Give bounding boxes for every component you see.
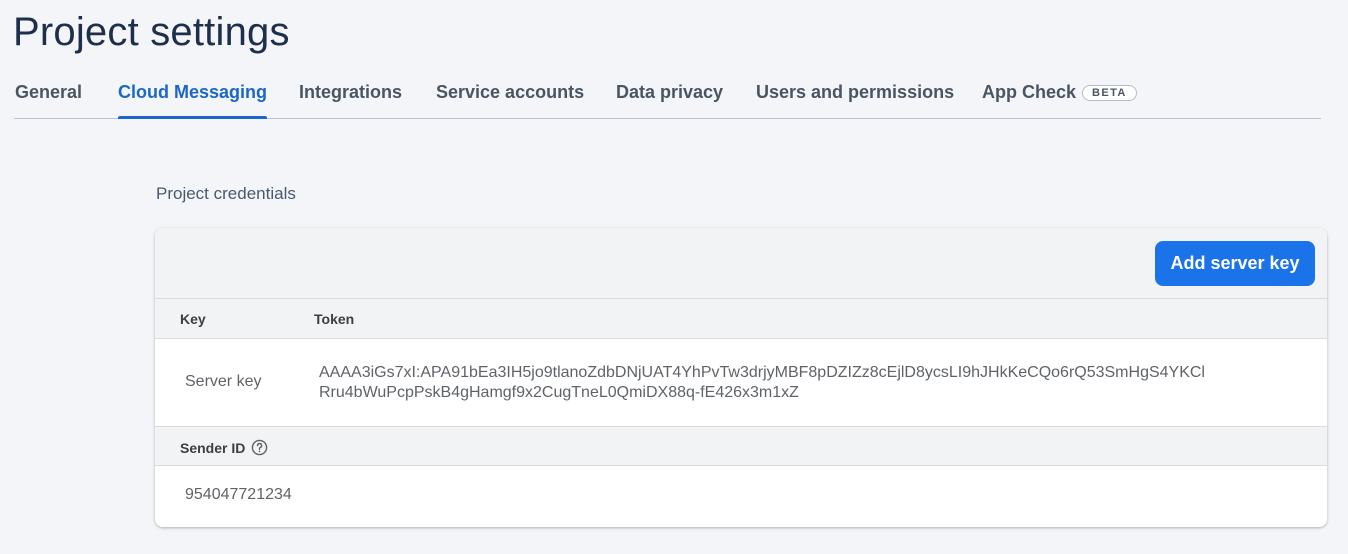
column-header-token: Token (314, 311, 355, 327)
tab-cloud-messaging[interactable]: Cloud Messaging (118, 82, 268, 119)
token-line-2: Rru4bWuPcpPskB4gHamgf9x2CugTneL0QmiDX88q… (319, 384, 799, 401)
beta-badge: BETA (1082, 85, 1137, 101)
sender-id-label-group: Sender ID (180, 439, 268, 456)
table-header: Key Token (155, 299, 1327, 339)
project-settings-page: Project settings General Cloud Messaging… (0, 0, 1348, 554)
page-title: Project settings (13, 10, 290, 54)
tab-app-check-label: App Check (982, 82, 1077, 102)
sender-id-row: 954047721234 (155, 466, 1327, 527)
tab-general[interactable]: General (15, 82, 82, 118)
credentials-card: Add server key Key Token Server key AAAA… (155, 228, 1327, 527)
project-credentials-heading: Project credentials (156, 184, 296, 203)
tab-data-privacy[interactable]: Data privacy (616, 82, 723, 118)
column-header-key: Key (180, 311, 206, 327)
tab-users-and-permissions[interactable]: Users and permissions (756, 82, 954, 118)
token-line-1: AAAA3iGs7xI:APA91bEa3IH5jo9tlanoZdbDNjUA… (319, 364, 1205, 381)
tab-integrations[interactable]: Integrations (299, 82, 402, 118)
sender-id-label: Sender ID (180, 440, 246, 456)
card-toolbar: Add server key (155, 228, 1327, 299)
help-circle-icon[interactable] (251, 439, 268, 456)
settings-tabs: General Cloud Messaging Integrations Ser… (14, 68, 1321, 119)
tab-service-accounts[interactable]: Service accounts (436, 82, 584, 118)
server-key-name: Server key (185, 373, 262, 390)
table-row: Server key AAAA3iGs7xI:APA91bEa3IH5jo9tl… (155, 339, 1327, 426)
sender-id-header: Sender ID (155, 426, 1327, 466)
sender-id-value[interactable]: 954047721234 (185, 486, 292, 504)
add-server-key-button[interactable]: Add server key (1155, 241, 1315, 286)
server-key-token[interactable]: AAAA3iGs7xI:APA91bEa3IH5jo9tlanoZdbDNjUA… (319, 363, 1219, 403)
tab-app-check[interactable]: App Check BETA (982, 82, 1137, 118)
